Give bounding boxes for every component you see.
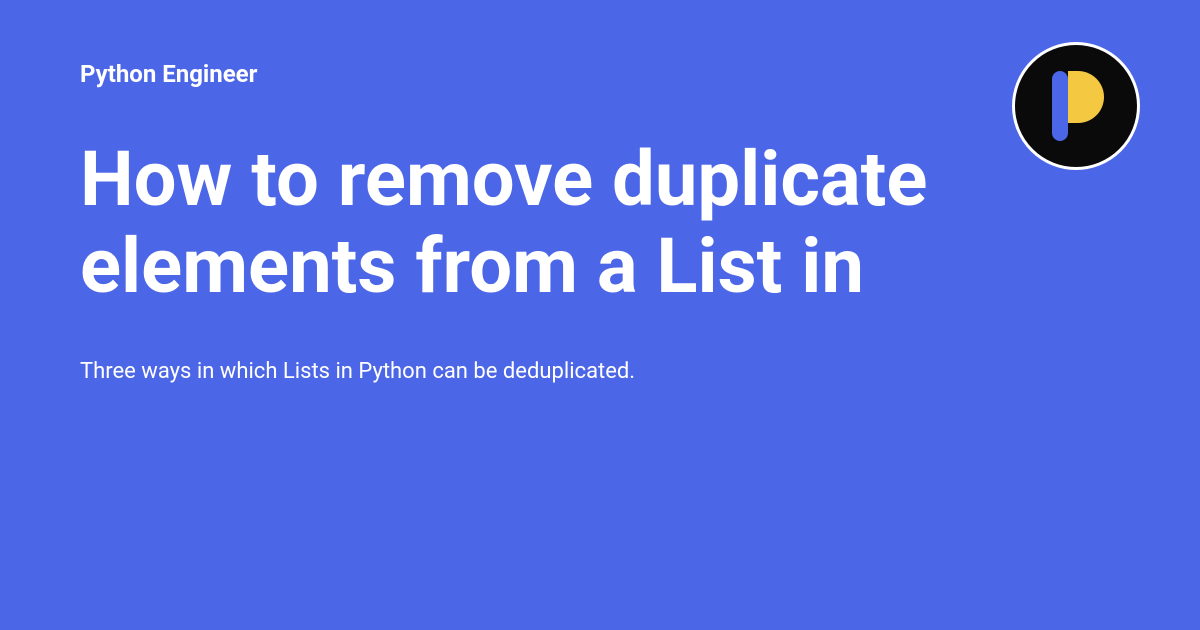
logo-icon (1046, 71, 1106, 141)
logo-arc-shape (1068, 71, 1104, 123)
logo-bar-shape (1052, 71, 1068, 141)
site-name: Python Engineer (80, 60, 1120, 88)
logo-badge (1012, 42, 1140, 170)
article-title: How to remove duplicate elements from a … (80, 136, 980, 311)
article-subtitle: Three ways in which Lists in Python can … (80, 359, 1120, 384)
